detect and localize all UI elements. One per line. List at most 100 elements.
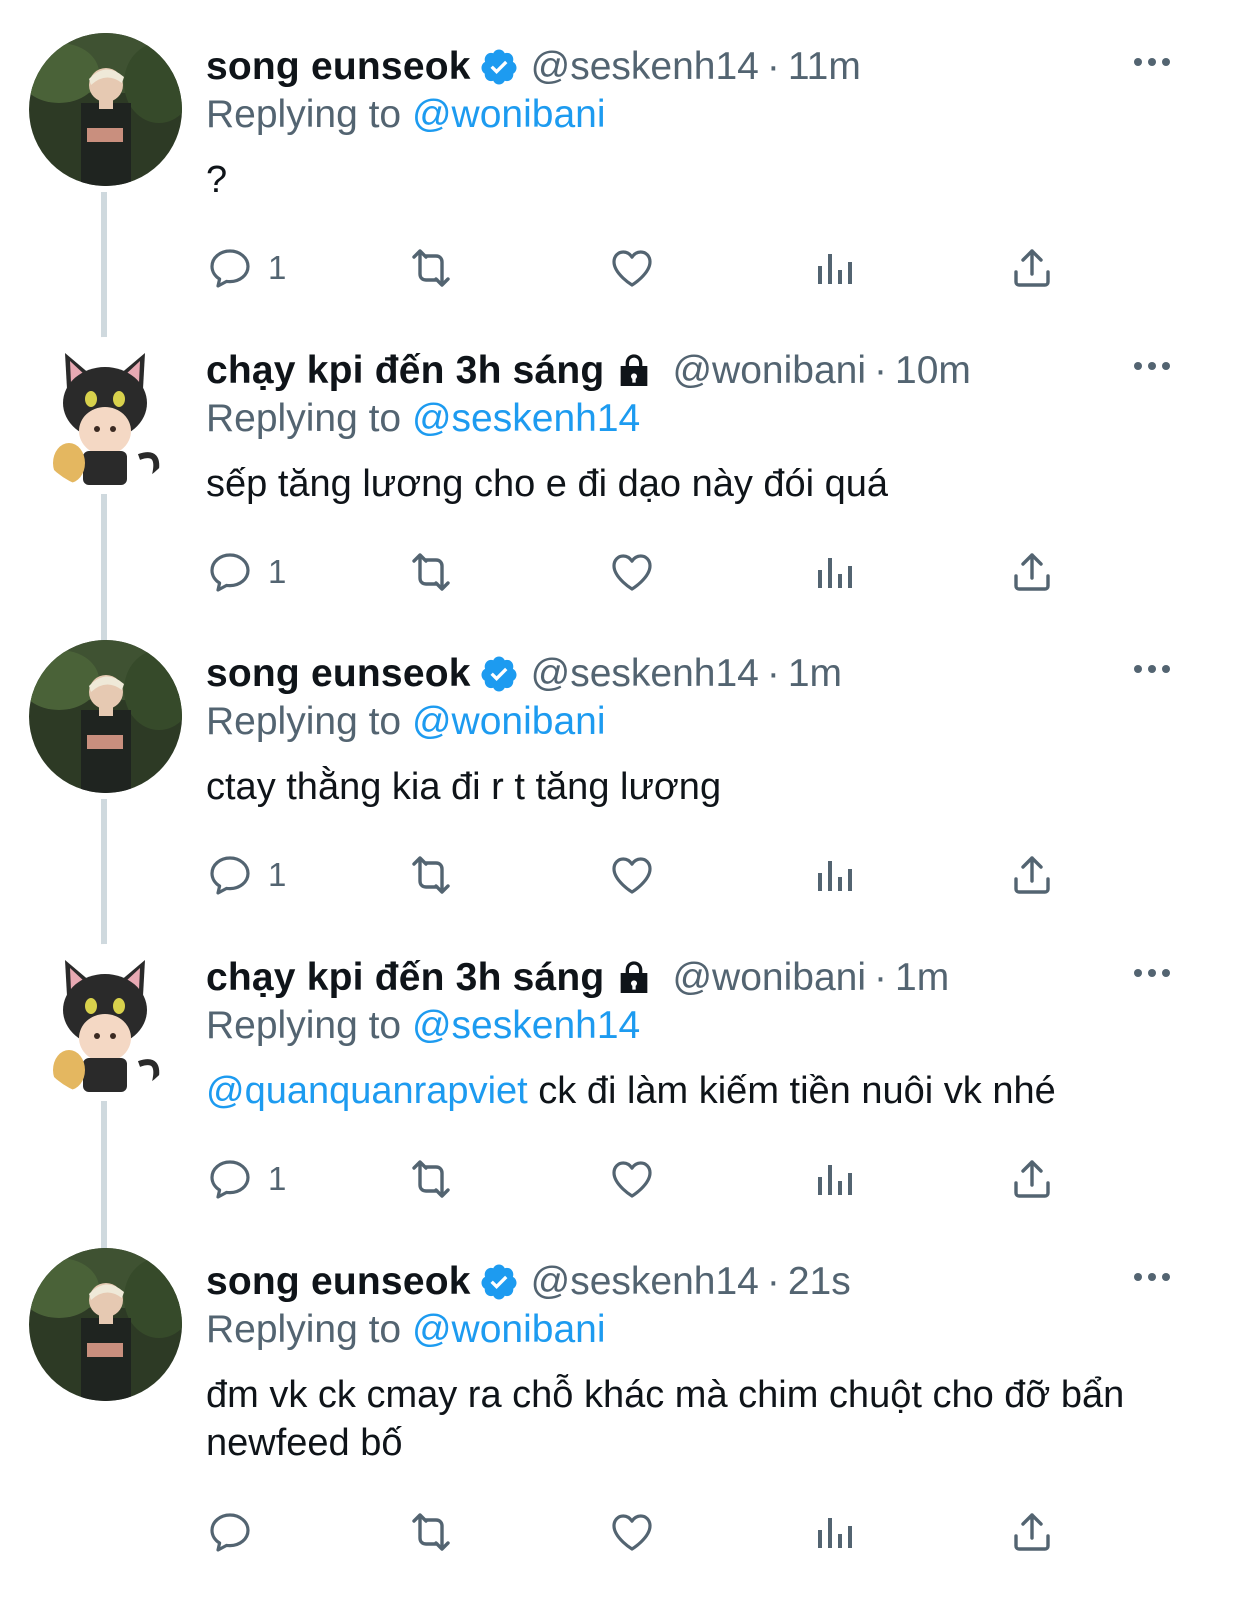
replying-to-label: Replying to [206, 1308, 402, 1351]
avatar[interactable] [29, 33, 182, 186]
user-handle[interactable]: @wonibani [672, 344, 866, 398]
like-button[interactable] [608, 547, 656, 597]
separator-dot: · [874, 349, 888, 392]
tweet-text: @quanquanrapviet ck đi làm kiếm tiền nuô… [206, 1067, 1196, 1115]
separator-dot: · [766, 1260, 780, 1303]
tweet-actions [206, 1507, 1066, 1557]
retweet-icon [412, 249, 450, 287]
analytics-icon [818, 861, 852, 891]
more-icon[interactable] [1132, 1267, 1172, 1287]
avatar[interactable] [29, 640, 182, 793]
replying-to-label: Replying to [206, 1004, 402, 1047]
user-handle[interactable]: @seskenh14 [531, 40, 759, 94]
tweet-actions: 1 [206, 1154, 1066, 1204]
share-button[interactable] [1008, 547, 1056, 597]
tweet-actions: 1 [206, 243, 1066, 293]
text-mention[interactable]: @quanquanrapviet [206, 1070, 528, 1112]
display-name[interactable]: song eunseok [206, 647, 471, 701]
retweet-icon [412, 856, 450, 894]
tweet[interactable]: chạy kpi đến 3h sáng @wonibani · 10m Rep… [0, 304, 1242, 644]
share-icon [1014, 553, 1050, 591]
timestamp[interactable]: 21s [788, 1255, 851, 1309]
reply-button[interactable]: 1 [206, 243, 286, 293]
tweet[interactable]: song eunseok @seskenh14 · 1m Replying to… [0, 607, 1242, 945]
analytics-button[interactable] [810, 547, 858, 597]
tweet-header: song eunseok @seskenh14 · 1m [206, 647, 842, 701]
avatar[interactable] [29, 944, 182, 1097]
reply-button[interactable]: 1 [206, 850, 286, 900]
reply-icon [210, 1513, 250, 1552]
analytics-button[interactable] [810, 1507, 858, 1557]
tweet[interactable]: song eunseok @seskenh14 · 21s Replying t… [0, 1215, 1242, 1611]
avatar[interactable] [29, 1248, 182, 1401]
timestamp[interactable]: 10m [895, 344, 971, 398]
reply-icon [210, 1160, 250, 1199]
user-handle[interactable]: @seskenh14 [531, 1255, 759, 1309]
replying-to-mention[interactable]: @seskenh14 [412, 397, 640, 440]
verified-badge-icon [479, 1262, 519, 1302]
like-icon [612, 1161, 652, 1198]
replying-to: Replying to @seskenh14 [206, 394, 640, 444]
lock-icon [614, 351, 654, 391]
tweet[interactable]: song eunseok @seskenh14 · 11m Replying t… [0, 0, 1242, 338]
replying-to-mention[interactable]: @wonibani [412, 93, 606, 136]
timestamp[interactable]: 1m [788, 647, 842, 701]
reply-count: 1 [268, 553, 287, 590]
display-name[interactable]: song eunseok [206, 1255, 471, 1309]
share-button[interactable] [1008, 243, 1056, 293]
reply-button[interactable]: 1 [206, 547, 286, 597]
tweet[interactable]: chạy kpi đến 3h sáng @wonibani · 1m Repl… [0, 911, 1242, 1251]
replying-to-mention[interactable]: @wonibani [412, 700, 606, 743]
user-handle[interactable]: @wonibani [672, 951, 866, 1005]
analytics-button[interactable] [810, 1154, 858, 1204]
share-button[interactable] [1008, 850, 1056, 900]
share-button[interactable] [1008, 1154, 1056, 1204]
share-icon [1014, 1160, 1050, 1198]
reply-count: 1 [268, 856, 287, 893]
like-icon [612, 554, 652, 591]
like-icon [612, 857, 652, 894]
retweet-button[interactable] [404, 850, 458, 900]
more-icon[interactable] [1132, 356, 1172, 376]
like-icon [612, 1514, 652, 1551]
user-handle[interactable]: @seskenh14 [531, 647, 759, 701]
tweet-text-content: sếp tăng lương cho e đi dạo này đói quá [206, 463, 889, 505]
tweet-text-content: ? [206, 159, 228, 201]
display-name[interactable]: chạy kpi đến 3h sáng [206, 951, 604, 1005]
reply-button[interactable] [206, 1507, 268, 1557]
retweet-icon [412, 1513, 450, 1551]
more-icon[interactable] [1132, 963, 1172, 983]
retweet-button[interactable] [404, 243, 458, 293]
retweet-icon [412, 553, 450, 591]
more-icon[interactable] [1132, 52, 1172, 72]
replying-to-mention[interactable]: @wonibani [412, 1308, 606, 1351]
separator-dot: · [766, 45, 780, 88]
like-button[interactable] [608, 850, 656, 900]
share-button[interactable] [1008, 1507, 1056, 1557]
retweet-button[interactable] [404, 1154, 458, 1204]
replying-to-mention[interactable]: @seskenh14 [412, 1004, 640, 1047]
timestamp[interactable]: 11m [788, 40, 861, 94]
retweet-button[interactable] [404, 547, 458, 597]
like-button[interactable] [608, 1154, 656, 1204]
lock-icon [614, 958, 654, 998]
timestamp[interactable]: 1m [895, 951, 949, 1005]
like-button[interactable] [608, 243, 656, 293]
analytics-button[interactable] [810, 243, 858, 293]
analytics-icon [818, 558, 852, 588]
display-name[interactable]: chạy kpi đến 3h sáng [206, 344, 604, 398]
reply-button[interactable]: 1 [206, 1154, 286, 1204]
tweet-text: ctay thằng kia đi r t tăng lương [206, 763, 1196, 811]
avatar[interactable] [29, 337, 182, 490]
tweet-text-content: ctay thằng kia đi r t tăng lương [206, 766, 722, 808]
tweet-text: sếp tăng lương cho e đi dạo này đói quá [206, 460, 1196, 508]
retweet-button[interactable] [404, 1507, 458, 1557]
display-name[interactable]: song eunseok [206, 40, 471, 94]
like-button[interactable] [608, 1507, 656, 1557]
verified-badge-icon [479, 47, 519, 87]
more-icon[interactable] [1132, 659, 1172, 679]
tweet-actions: 1 [206, 850, 1066, 900]
analytics-button[interactable] [810, 850, 858, 900]
tweet-text: ? [206, 156, 1196, 204]
like-icon [612, 250, 652, 287]
